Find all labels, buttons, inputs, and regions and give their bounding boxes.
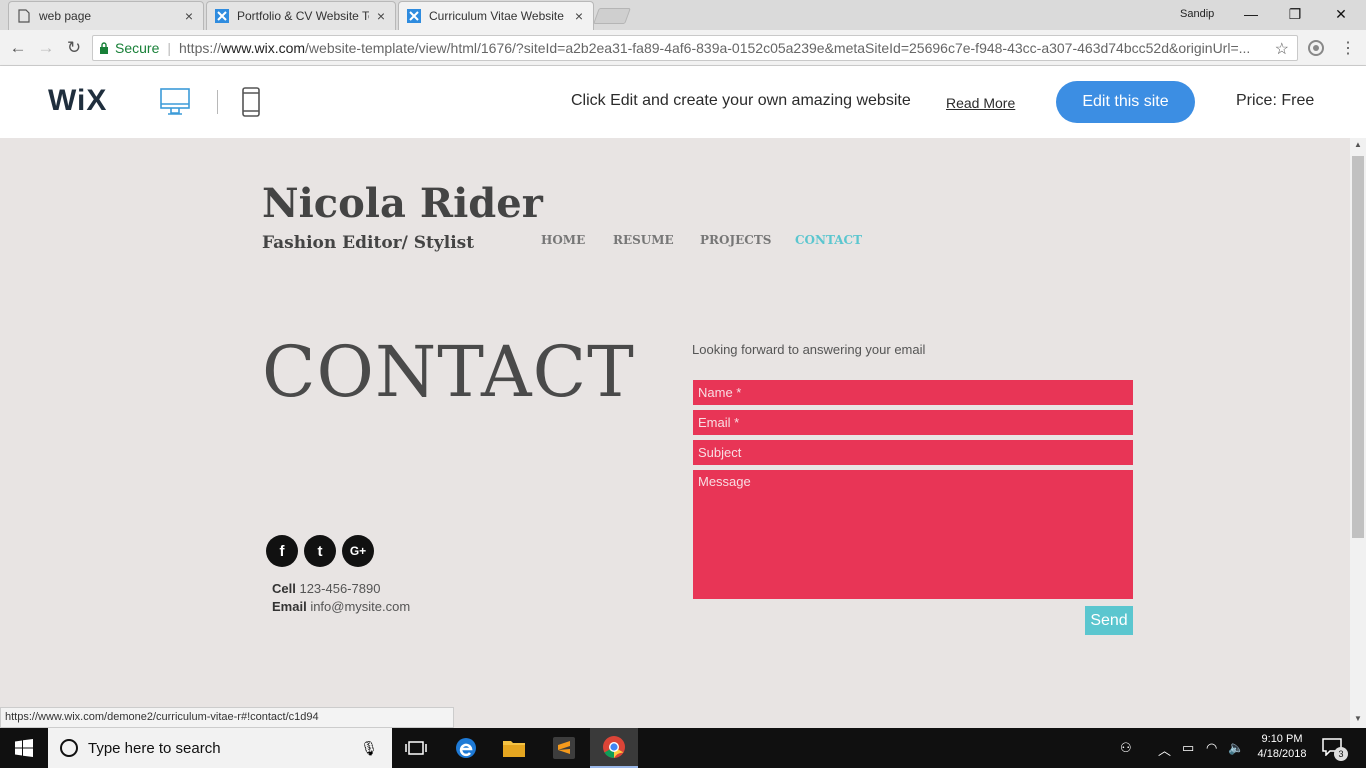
close-tab-icon[interactable]: × xyxy=(183,8,195,24)
email-field[interactable] xyxy=(693,410,1133,435)
clock-date: 4/18/2018 xyxy=(1257,748,1307,760)
price-label: Price: Free xyxy=(1236,92,1315,109)
volume-icon[interactable]: 🔈 xyxy=(1228,740,1244,756)
task-view-icon[interactable] xyxy=(392,728,440,768)
nav-contact[interactable]: CONTACT xyxy=(795,233,862,247)
nav-home[interactable]: HOME xyxy=(541,233,585,247)
bookmark-star-icon[interactable]: ☆ xyxy=(1270,39,1289,59)
windows-taskbar: Type here to search 🎙 ⚇ ︿ ▭ ◠ 🔈 9:10 PM … xyxy=(0,728,1366,768)
desktop-view-icon[interactable] xyxy=(160,88,190,116)
cell-value: 123-456-7890 xyxy=(299,581,381,596)
wix-favicon-icon xyxy=(215,9,229,23)
microphone-icon[interactable]: 🎙 xyxy=(360,740,378,757)
browser-tab-curriculum-vitae[interactable]: Curriculum Vitae Website × xyxy=(398,1,594,30)
browser-tab-web-page[interactable]: web page × xyxy=(8,1,204,30)
view-divider xyxy=(217,90,218,114)
google-plus-icon[interactable]: G+ xyxy=(342,535,374,567)
mobile-view-icon[interactable] xyxy=(242,87,260,117)
page-scrollbar[interactable]: ▲ ▼ xyxy=(1350,138,1366,728)
search-placeholder: Type here to search xyxy=(88,739,221,757)
url-separator: | xyxy=(167,40,171,56)
secure-label: Secure xyxy=(115,40,160,56)
action-center-icon[interactable]: 3 xyxy=(1322,738,1348,761)
edge-browser-icon[interactable] xyxy=(442,728,490,768)
back-icon[interactable]: ← xyxy=(8,38,28,58)
profile-name[interactable]: Sandip xyxy=(1180,8,1214,20)
people-icon[interactable]: ⚇ xyxy=(1120,740,1132,756)
forward-icon[interactable]: → xyxy=(36,38,56,58)
email-label: Email xyxy=(272,599,307,614)
close-tab-icon[interactable]: × xyxy=(375,8,387,24)
browser-tab-strip: web page × Portfolio & CV Website Te × C… xyxy=(0,0,1366,30)
browser-menu-icon[interactable]: ⋮ xyxy=(1340,38,1356,58)
site-owner-name[interactable]: Nicola Rider xyxy=(262,180,543,227)
message-field[interactable] xyxy=(693,470,1133,599)
windows-logo-icon xyxy=(15,739,33,757)
cortana-icon xyxy=(60,739,78,757)
scroll-down-icon[interactable]: ▼ xyxy=(1354,714,1362,723)
subject-field[interactable] xyxy=(693,440,1133,465)
address-bar[interactable]: Secure | https:// www.wix.com /website-t… xyxy=(92,35,1298,61)
email-line: Email info@mysite.com xyxy=(272,599,410,614)
facebook-icon[interactable]: f xyxy=(266,535,298,567)
scroll-up-icon[interactable]: ▲ xyxy=(1354,140,1362,149)
taskbar-search-box[interactable]: Type here to search 🎙 xyxy=(48,728,392,768)
wix-favicon-icon xyxy=(407,9,421,23)
tab-title: web page xyxy=(39,9,92,23)
close-window-icon[interactable]: ✕ xyxy=(1326,4,1356,24)
restore-icon[interactable]: ❐ xyxy=(1280,4,1310,24)
wifi-icon[interactable]: ◠ xyxy=(1206,740,1217,756)
site-page: Nicola Rider Fashion Editor/ Stylist HOM… xyxy=(0,138,1350,728)
clock-time: 9:10 PM xyxy=(1261,733,1303,745)
new-tab-button[interactable] xyxy=(593,8,631,24)
file-explorer-icon[interactable] xyxy=(490,728,538,768)
send-button[interactable]: Send xyxy=(1085,606,1133,635)
cell-line: Cell 123-456-7890 xyxy=(272,581,380,596)
lock-icon xyxy=(100,42,108,54)
url-host: www.wix.com xyxy=(221,40,306,56)
show-hidden-icons-icon[interactable]: ︿ xyxy=(1158,740,1171,759)
tab-title: Portfolio & CV Website Te xyxy=(237,9,369,23)
extension-icon[interactable] xyxy=(1306,38,1326,58)
url-path: /website-template/view/html/1676/?siteId… xyxy=(305,40,1251,56)
reload-icon[interactable]: ↻ xyxy=(64,38,84,58)
windows-start-button[interactable] xyxy=(0,728,48,768)
nav-projects[interactable]: PROJECTS xyxy=(700,233,771,247)
wix-logo[interactable]: WiX xyxy=(48,84,107,118)
page-icon xyxy=(17,9,31,23)
browser-toolbar: ← → ↻ Secure | https:// www.wix.com /web… xyxy=(0,30,1366,66)
scroll-thumb[interactable] xyxy=(1352,156,1364,538)
wix-editor-bar: WiX Click Edit and create your own amazi… xyxy=(0,66,1366,138)
tab-title: Curriculum Vitae Website xyxy=(429,9,564,23)
email-value[interactable]: info@mysite.com xyxy=(310,599,410,614)
minimize-icon[interactable]: — xyxy=(1236,4,1266,24)
taskbar-clock[interactable]: 9:10 PM 4/18/2018 xyxy=(1250,732,1314,762)
edit-site-button[interactable]: Edit this site xyxy=(1056,81,1195,123)
notification-count-badge: 3 xyxy=(1334,747,1348,761)
battery-icon[interactable]: ▭ xyxy=(1182,740,1194,756)
read-more-link[interactable]: Read More xyxy=(946,95,1015,111)
sublime-text-icon[interactable] xyxy=(540,728,588,768)
cell-label: Cell xyxy=(272,581,296,596)
name-field[interactable] xyxy=(693,380,1133,405)
twitter-icon[interactable]: t xyxy=(304,535,336,567)
close-tab-icon[interactable]: × xyxy=(573,8,585,24)
contact-lead-text: Looking forward to answering your email xyxy=(692,342,926,357)
browser-tab-portfolio[interactable]: Portfolio & CV Website Te × xyxy=(206,1,396,30)
site-owner-role: Fashion Editor/ Stylist xyxy=(262,233,475,253)
editor-message: Click Edit and create your own amazing w… xyxy=(571,92,911,109)
url-scheme: https:// xyxy=(179,40,222,56)
status-url-bubble: https://www.wix.com/demone2/curriculum-v… xyxy=(0,707,454,728)
page-title: CONTACT xyxy=(262,331,635,413)
chrome-icon[interactable] xyxy=(590,728,638,768)
nav-resume[interactable]: RESUME xyxy=(613,233,674,247)
